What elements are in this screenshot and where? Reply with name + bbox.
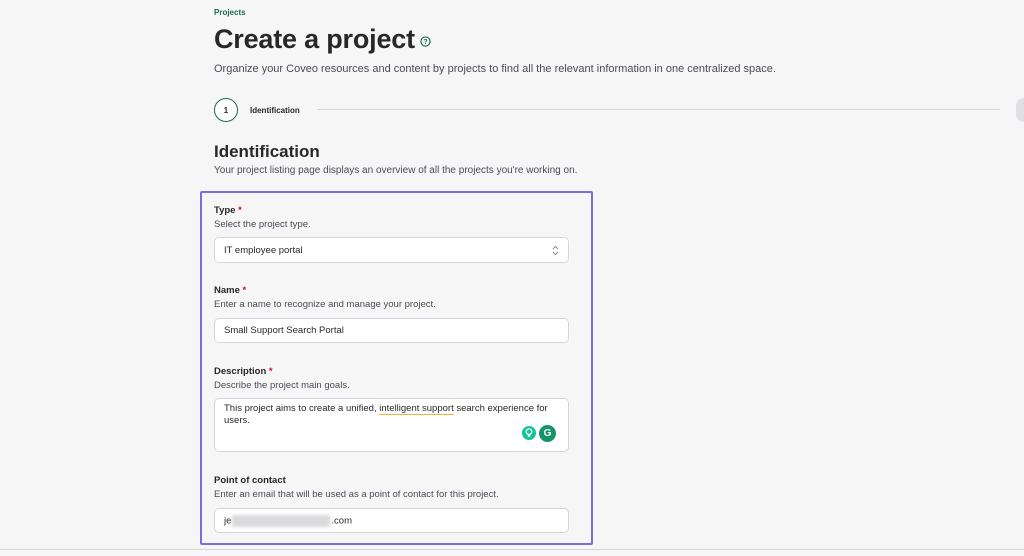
type-label: Type * xyxy=(214,205,242,216)
required-mark: * xyxy=(268,366,273,377)
name-input[interactable]: Small Support Search Portal xyxy=(214,318,569,343)
grammar-suggestion-underline[interactable]: intelligent support xyxy=(379,403,454,415)
chevron-updown-icon xyxy=(552,245,559,256)
redacted-email-blur xyxy=(232,515,331,527)
description-help: Describe the project main goals. xyxy=(214,380,350,391)
grammarly-icon[interactable]: G xyxy=(539,425,556,442)
type-select[interactable]: IT employee portal xyxy=(214,237,569,263)
footer-divider xyxy=(0,549,1024,550)
email-suffix: .com xyxy=(331,515,352,527)
page-title: Create a project xyxy=(214,24,415,54)
name-label: Name * xyxy=(214,285,247,296)
required-mark: * xyxy=(238,205,242,216)
contact-help: Enter an email that will be used as a po… xyxy=(214,489,499,500)
step-number-badge[interactable]: 1 xyxy=(214,98,238,122)
side-panel-toggle[interactable] xyxy=(1016,98,1024,122)
lightbulb-icon[interactable] xyxy=(522,426,536,440)
description-textarea[interactable]: This project aims to create a unified, i… xyxy=(214,398,569,452)
section-description: Your project listing page displays an ov… xyxy=(214,165,578,176)
svg-text:?: ? xyxy=(423,39,427,46)
contact-label: Point of contact xyxy=(214,475,286,486)
email-prefix: je xyxy=(224,515,232,527)
name-help: Enter a name to recognize and manage you… xyxy=(214,299,436,310)
breadcrumb-projects[interactable]: Projects xyxy=(214,8,246,17)
stepper-divider xyxy=(317,109,1000,110)
description-label: Description * xyxy=(214,366,273,377)
stepper: 1 Identification xyxy=(214,98,1000,122)
page-subtitle: Organize your Coveo resources and conten… xyxy=(214,63,776,75)
step-label: Identification xyxy=(250,106,300,115)
required-mark: * xyxy=(242,285,247,296)
description-text-1: This project aims to create a unified, xyxy=(224,403,380,414)
section-title: Identification xyxy=(214,142,320,161)
help-circle-icon[interactable]: ? xyxy=(420,36,431,47)
type-help: Select the project type. xyxy=(214,219,311,230)
contact-email-input[interactable]: je .com xyxy=(214,508,569,533)
name-input-value: Small Support Search Portal xyxy=(224,325,344,336)
type-select-value: IT employee portal xyxy=(224,245,303,256)
